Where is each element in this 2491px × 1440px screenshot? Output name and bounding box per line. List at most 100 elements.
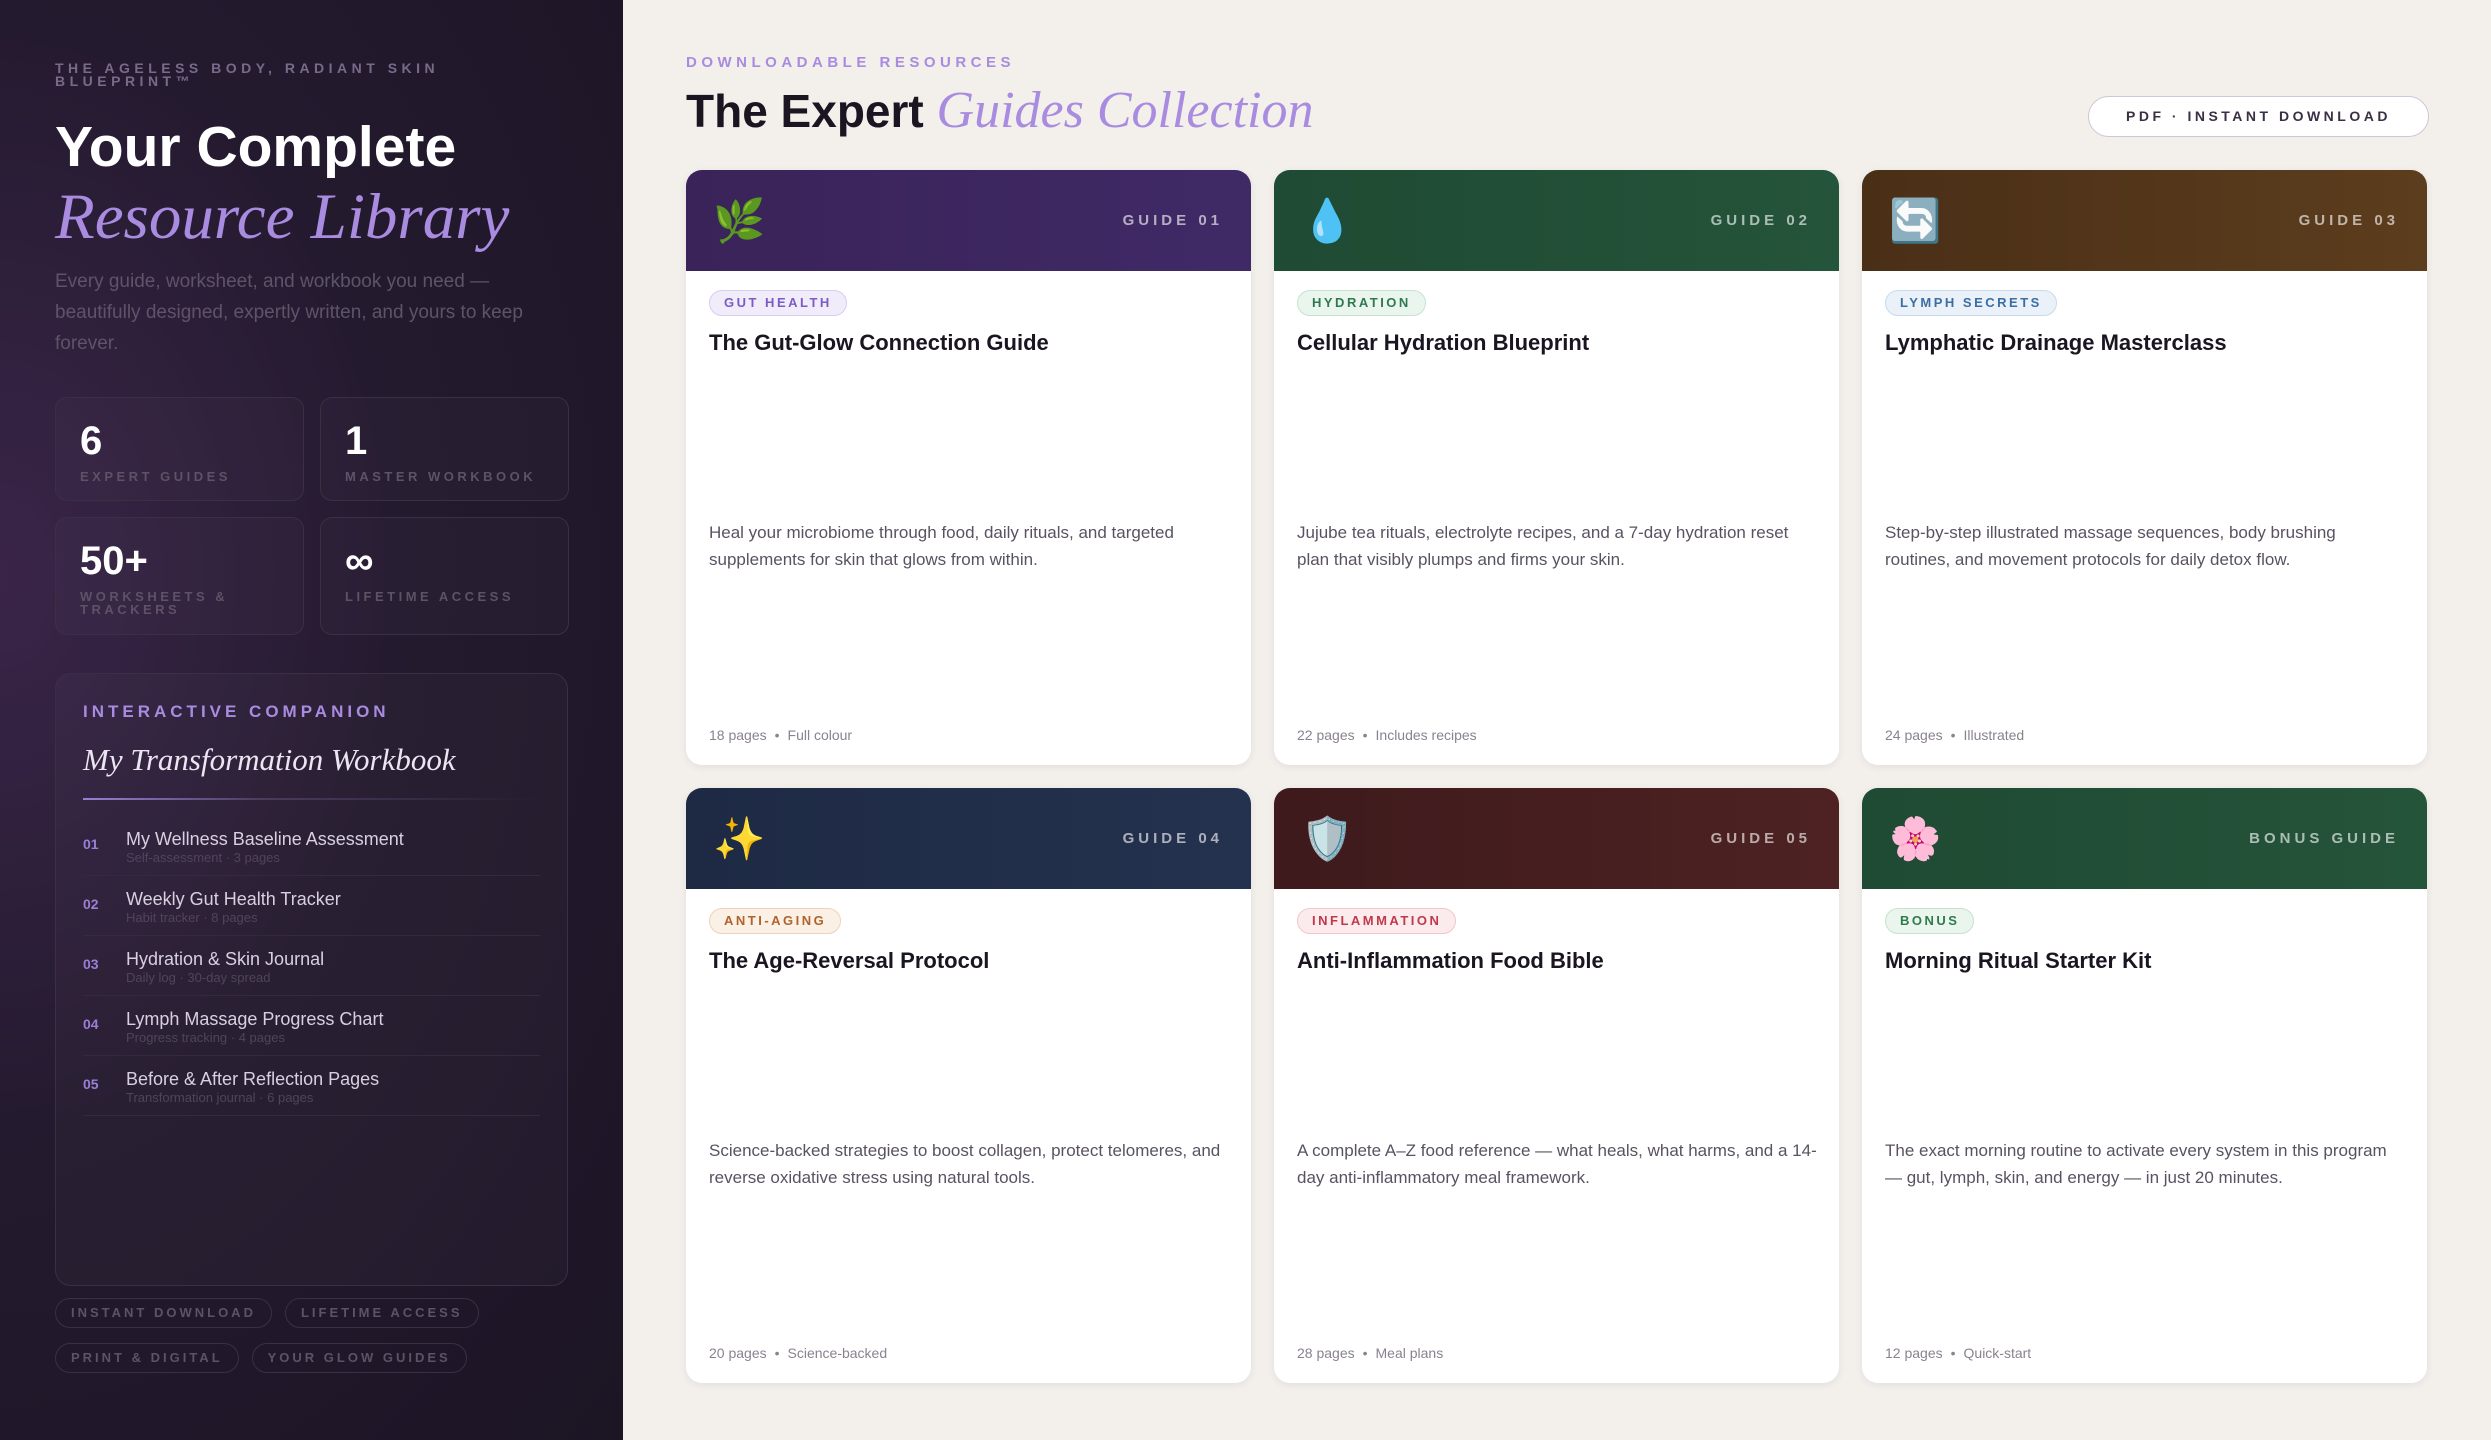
guide-meta-detail: Science-backed (787, 1345, 888, 1361)
stat-value: 6 (80, 419, 103, 463)
stat-card-workbook: 1 MASTER WORKBOOK (320, 397, 569, 501)
workbook-item-number: 03 (83, 956, 99, 972)
meta-separator: • (1950, 727, 1956, 743)
guide-card[interactable]: 🌿 GUIDE 01 GUT HEALTH The Gut-Glow Conne… (686, 170, 1251, 765)
guide-meta: 22 pages • Includes recipes (1297, 727, 1477, 743)
guide-number: GUIDE 01 (1122, 212, 1223, 229)
tag-lifetime-access: LIFETIME ACCESS (284, 1298, 479, 1328)
stat-label: LIFETIME ACCESS (345, 589, 515, 604)
guide-description: A complete A–Z food reference — what hea… (1297, 1141, 1817, 1187)
topic-badge: ANTI-AGING (709, 908, 842, 934)
workbook-item[interactable]: 02 Weekly Gut Health Tracker Habit tracke… (83, 876, 540, 936)
guide-card-body: ANTI-AGING The Age-Reversal Protocol (686, 889, 1251, 974)
topic-badge: HYDRATION (1297, 290, 1426, 316)
hero-title-line2: Resource Library (55, 181, 510, 253)
guide-card[interactable]: ✨ GUIDE 04 ANTI-AGING The Age-Reversal P… (686, 788, 1251, 1383)
guide-card[interactable]: 🔄 GUIDE 03 LYMPH SECRETS Lymphatic Drain… (1862, 170, 2427, 765)
guide-card-header: 🔄 GUIDE 03 (1862, 170, 2427, 271)
guide-page-count: 12 pages (1885, 1345, 1943, 1361)
water-drop-icon: 💧 (1301, 196, 1354, 244)
hero-description: Every guide, worksheet, and workbook you… (55, 271, 523, 354)
sparkles-icon: ✨ (713, 814, 766, 862)
workbook-item[interactable]: 03 Hydration & Skin Journal Daily log · 3… (83, 936, 540, 996)
guide-card[interactable]: 🛡️ GUIDE 05 INFLAMMATION Anti-Inflammati… (1274, 788, 1839, 1383)
guide-page-count: 24 pages (1885, 727, 1943, 743)
brand-label: THE AGELESS BODY, RADIANT SKIN BLUEPRINT… (55, 60, 440, 89)
topic-badge: BONUS (1885, 908, 1975, 934)
guide-number: GUIDE 04 (1122, 830, 1223, 847)
guide-page-count: 18 pages (709, 727, 767, 743)
meta-separator: • (1950, 1345, 1956, 1361)
guide-card-header: ✨ GUIDE 04 (686, 788, 1251, 889)
guide-meta-detail: Quick-start (1963, 1345, 2032, 1361)
workbook-item-name: My Wellness Baseline Assessment (126, 829, 404, 849)
guide-card[interactable]: 🌸 BONUS GUIDE BONUS Morning Ritual Start… (1862, 788, 2427, 1383)
workbook-item[interactable]: 01 My Wellness Baseline Assessment Self-a… (83, 816, 540, 876)
stat-label: WORKSHEETS & TRACKERS (80, 589, 229, 617)
guide-card-body: INFLAMMATION Anti-Inflammation Food Bibl… (1274, 889, 1839, 974)
guide-card-header: 🌿 GUIDE 01 (686, 170, 1251, 271)
topic-badge: INFLAMMATION (1297, 908, 1457, 934)
guide-card-body: GUT HEALTH The Gut-Glow Connection Guide (686, 271, 1251, 356)
guide-description: Jujube tea rituals, electrolyte recipes,… (1297, 523, 1789, 569)
shield-icon: 🛡️ (1301, 814, 1354, 862)
meta-separator: • (1362, 727, 1368, 743)
hero-title-line1: Your Complete (55, 115, 457, 179)
stat-card-lifetime: ∞ LIFETIME ACCESS (320, 517, 569, 635)
hero-title: Your Complete Resource Library (55, 112, 568, 252)
stat-value: ∞ (345, 539, 374, 583)
workbook-item-sub: Transformation journal · 6 pages (126, 1090, 314, 1105)
stat-label: MASTER WORKBOOK (345, 469, 537, 484)
workbook-item-number: 04 (83, 1016, 99, 1032)
stat-value: 50+ (80, 539, 148, 583)
guide-title: Cellular Hydration Blueprint (1297, 330, 1590, 355)
cycle-arrows-icon: 🔄 (1889, 196, 1942, 244)
page-title-plain: The Expert (686, 85, 924, 137)
stat-card-worksheets: 50+ WORKSHEETS & TRACKERS (55, 517, 304, 635)
topic-badge: LYMPH SECRETS (1885, 290, 2057, 316)
tag-glow-guides: YOUR GLOW GUIDES (251, 1343, 467, 1373)
guide-meta-detail: Full colour (787, 727, 853, 743)
tag-instant-download: INSTANT DOWNLOAD (55, 1298, 272, 1328)
guide-meta-detail: Meal plans (1375, 1345, 1444, 1361)
pdf-download-pill[interactable]: PDF · INSTANT DOWNLOAD (2088, 96, 2429, 137)
guide-title: Lymphatic Drainage Masterclass (1885, 330, 2227, 355)
guide-number: GUIDE 02 (1710, 212, 1811, 229)
guide-description: Science-backed strategies to boost colla… (709, 1141, 1221, 1187)
guide-card[interactable]: 💧 GUIDE 02 HYDRATION Cellular Hydration … (1274, 170, 1839, 765)
guide-card-body: BONUS Morning Ritual Starter Kit (1862, 889, 2427, 974)
workbook-item-sub: Self-assessment · 3 pages (126, 850, 280, 865)
guide-meta: 18 pages • Full colour (709, 727, 852, 743)
workbook-item-name: Hydration & Skin Journal (126, 949, 325, 969)
workbook-title: My Transformation Workbook (83, 742, 456, 777)
workbook-list: 01 My Wellness Baseline Assessment Self-a… (83, 816, 540, 1116)
guide-title: The Gut-Glow Connection Guide (709, 330, 1049, 355)
workbook-item-number: 02 (83, 896, 99, 912)
meta-separator: • (1362, 1345, 1368, 1361)
workbook-divider (83, 798, 540, 800)
page-title-accent: Guides Collection (936, 82, 1314, 139)
guide-meta: 12 pages • Quick-start (1885, 1345, 2031, 1361)
guide-title: The Age-Reversal Protocol (709, 948, 990, 973)
guide-meta-detail: Includes recipes (1375, 727, 1477, 743)
guide-meta-detail: Illustrated (1963, 727, 2025, 743)
topic-badge: GUT HEALTH (709, 290, 847, 316)
guide-number: BONUS GUIDE (2249, 830, 2399, 847)
guide-card-header: 🌸 BONUS GUIDE (1862, 788, 2427, 889)
workbook-item-name: Lymph Massage Progress Chart (126, 1009, 384, 1029)
meta-separator: • (774, 727, 780, 743)
workbook-item-name: Before & After Reflection Pages (126, 1069, 380, 1089)
workbook-item[interactable]: 05 Before & After Reflection Pages Transf… (83, 1056, 540, 1116)
guide-card-header: 🛡️ GUIDE 05 (1274, 788, 1839, 889)
guide-meta: 28 pages • Meal plans (1297, 1345, 1443, 1361)
workbook-item[interactable]: 04 Lymph Massage Progress Chart Progress … (83, 996, 540, 1056)
stats-grid: 6 EXPERT GUIDES 1 MASTER WORKBOOK 50+ WO… (55, 397, 569, 635)
tag-print-digital: PRINT & DIGITAL (55, 1343, 239, 1373)
blossom-icon: 🌸 (1889, 814, 1942, 862)
stat-value: 1 (345, 419, 368, 463)
guide-page-count: 20 pages (709, 1345, 767, 1361)
stat-card-guides: 6 EXPERT GUIDES (55, 397, 304, 501)
meta-separator: • (774, 1345, 780, 1361)
guide-meta: 20 pages • Science-backed (709, 1345, 887, 1361)
guide-title: Morning Ritual Starter Kit (1885, 948, 2152, 973)
